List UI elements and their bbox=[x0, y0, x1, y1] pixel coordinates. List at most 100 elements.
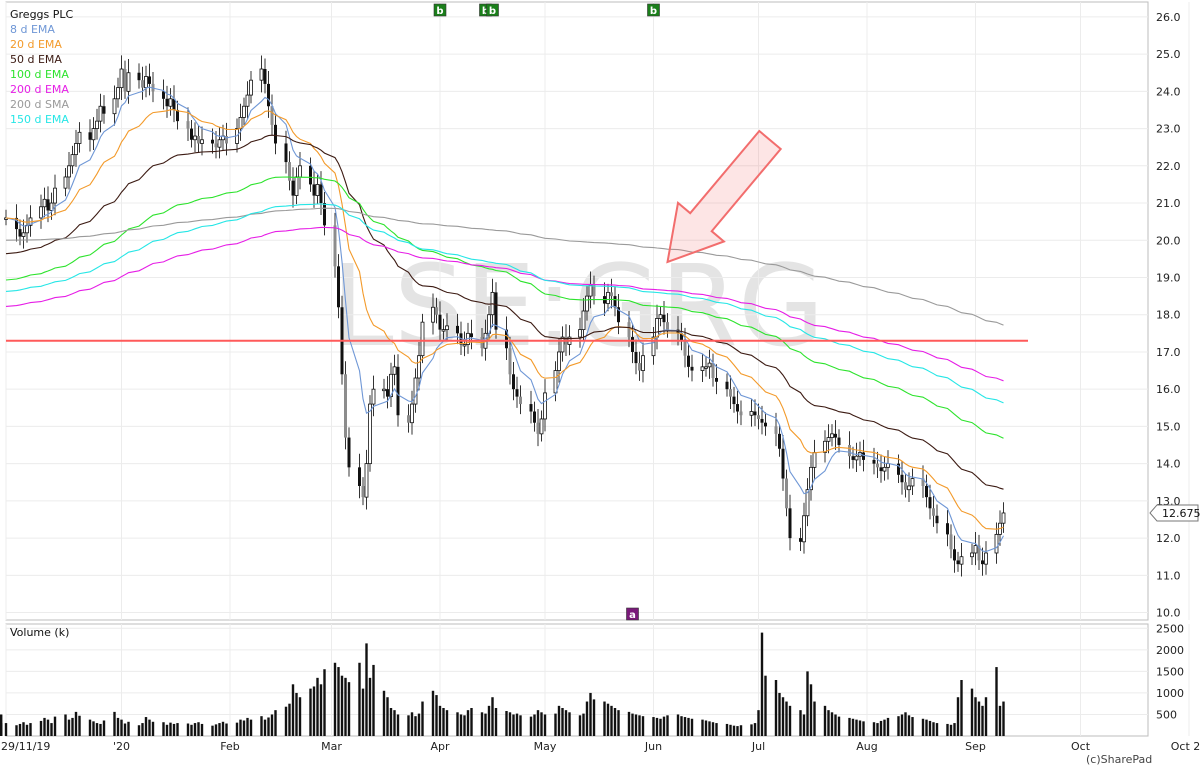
volume-bar bbox=[267, 717, 270, 736]
candle-body bbox=[658, 314, 663, 319]
volume-tick-label: 2500 bbox=[1156, 622, 1184, 635]
candle-body bbox=[729, 389, 732, 397]
volume-bar bbox=[788, 705, 792, 736]
candle-body bbox=[907, 485, 911, 491]
candle-body bbox=[512, 374, 515, 390]
volume-bar bbox=[690, 718, 694, 736]
y-tick-label: 18.0 bbox=[1156, 309, 1181, 322]
volume-bar bbox=[74, 711, 78, 736]
candle-body bbox=[315, 184, 320, 196]
volume-bar bbox=[410, 712, 414, 736]
candle-body bbox=[441, 329, 446, 332]
volume-bar bbox=[225, 723, 228, 736]
candle-body bbox=[953, 549, 956, 561]
candle-body bbox=[641, 355, 645, 371]
candle-body bbox=[42, 198, 47, 208]
candle-body bbox=[200, 139, 204, 144]
y-tick-label: 11.0 bbox=[1156, 569, 1181, 582]
volume-bar bbox=[214, 724, 218, 736]
candle-body bbox=[211, 139, 214, 144]
candle-body bbox=[25, 224, 29, 234]
y-tick-label: 14.0 bbox=[1156, 458, 1181, 471]
candle-body bbox=[119, 68, 124, 89]
volume-bar bbox=[935, 723, 939, 736]
volume-tick-label: 1000 bbox=[1156, 687, 1184, 700]
volume-bar bbox=[715, 723, 718, 736]
volume-bar bbox=[883, 719, 886, 736]
last-price-label: 12.675 bbox=[1162, 507, 1200, 520]
candle-body bbox=[764, 422, 767, 427]
volume-bar bbox=[879, 720, 883, 736]
volume-bar bbox=[148, 719, 151, 736]
candle-body bbox=[249, 79, 253, 96]
volume-bar bbox=[347, 682, 351, 736]
price-chart: LSE:GRG 10.0 11.0 12.0 13.0 14.0 15.0 16.0 17.0 1… bbox=[0, 0, 1200, 768]
candle-body bbox=[690, 366, 694, 371]
candle-body bbox=[910, 478, 915, 487]
volume-bar bbox=[750, 724, 753, 736]
candle-body bbox=[994, 533, 999, 554]
volume-bar bbox=[4, 723, 8, 736]
candle-body bbox=[116, 87, 120, 100]
legend-entry: 50 d EMA bbox=[10, 53, 62, 66]
candle-body bbox=[854, 455, 859, 461]
volume-bar bbox=[802, 714, 806, 736]
volume-bar bbox=[701, 719, 704, 736]
candle-body bbox=[834, 433, 837, 438]
candle-body bbox=[141, 80, 144, 88]
candle-body bbox=[634, 351, 638, 364]
volume-bar bbox=[466, 710, 470, 736]
event-marker-label: b bbox=[489, 6, 496, 17]
candle-body bbox=[508, 348, 512, 375]
candle-body bbox=[515, 389, 519, 397]
candle-body bbox=[470, 333, 473, 338]
footer-credit: (c)SharePad bbox=[1086, 753, 1152, 766]
volume-bar bbox=[676, 714, 680, 736]
volume-bar bbox=[858, 720, 862, 736]
volume-bar bbox=[319, 684, 323, 736]
candle-body bbox=[245, 94, 250, 107]
volume-bar bbox=[848, 717, 851, 736]
volume-bar bbox=[823, 705, 827, 736]
volume-bar bbox=[0, 723, 3, 736]
volume-bar bbox=[704, 720, 708, 736]
volume-bar bbox=[123, 723, 127, 736]
candle-body bbox=[781, 448, 785, 479]
volume-bar bbox=[389, 708, 393, 736]
y-tick-label: 15.0 bbox=[1156, 420, 1181, 433]
candle-body bbox=[932, 508, 935, 516]
volume-bar bbox=[200, 723, 204, 736]
candle-body bbox=[259, 68, 264, 81]
x-tick-label: Feb bbox=[220, 740, 239, 753]
candle-body bbox=[862, 452, 865, 460]
volume-bar bbox=[505, 711, 508, 736]
volume-bar bbox=[491, 697, 494, 736]
volume-bar bbox=[900, 714, 904, 736]
candle-body bbox=[267, 83, 270, 107]
event-marker-label: a bbox=[629, 610, 636, 621]
volume-bar bbox=[512, 714, 515, 736]
candle-body bbox=[382, 388, 386, 392]
volume-bar bbox=[414, 716, 417, 736]
candle-body bbox=[1001, 512, 1006, 524]
candle-body bbox=[700, 366, 705, 371]
candle-body bbox=[112, 98, 117, 115]
volume-bar bbox=[554, 713, 557, 736]
volume-bar bbox=[655, 717, 659, 736]
candle-body bbox=[337, 266, 340, 308]
candle-body bbox=[63, 176, 68, 189]
volume-bar bbox=[92, 721, 95, 736]
x-tick-label: 29/11/19 bbox=[1, 740, 50, 753]
volume-bar bbox=[169, 722, 172, 736]
candle-body bbox=[298, 165, 302, 178]
candle-body bbox=[553, 370, 558, 394]
volume-bar bbox=[120, 719, 123, 736]
volume-bar bbox=[116, 717, 120, 736]
candle-body bbox=[578, 329, 582, 338]
candle-body bbox=[785, 478, 788, 509]
candle-body bbox=[77, 131, 82, 144]
watermark: LSE:GRG bbox=[331, 242, 824, 372]
candle-body bbox=[21, 232, 26, 237]
volume-bar bbox=[960, 680, 963, 736]
candle-body bbox=[126, 72, 131, 92]
